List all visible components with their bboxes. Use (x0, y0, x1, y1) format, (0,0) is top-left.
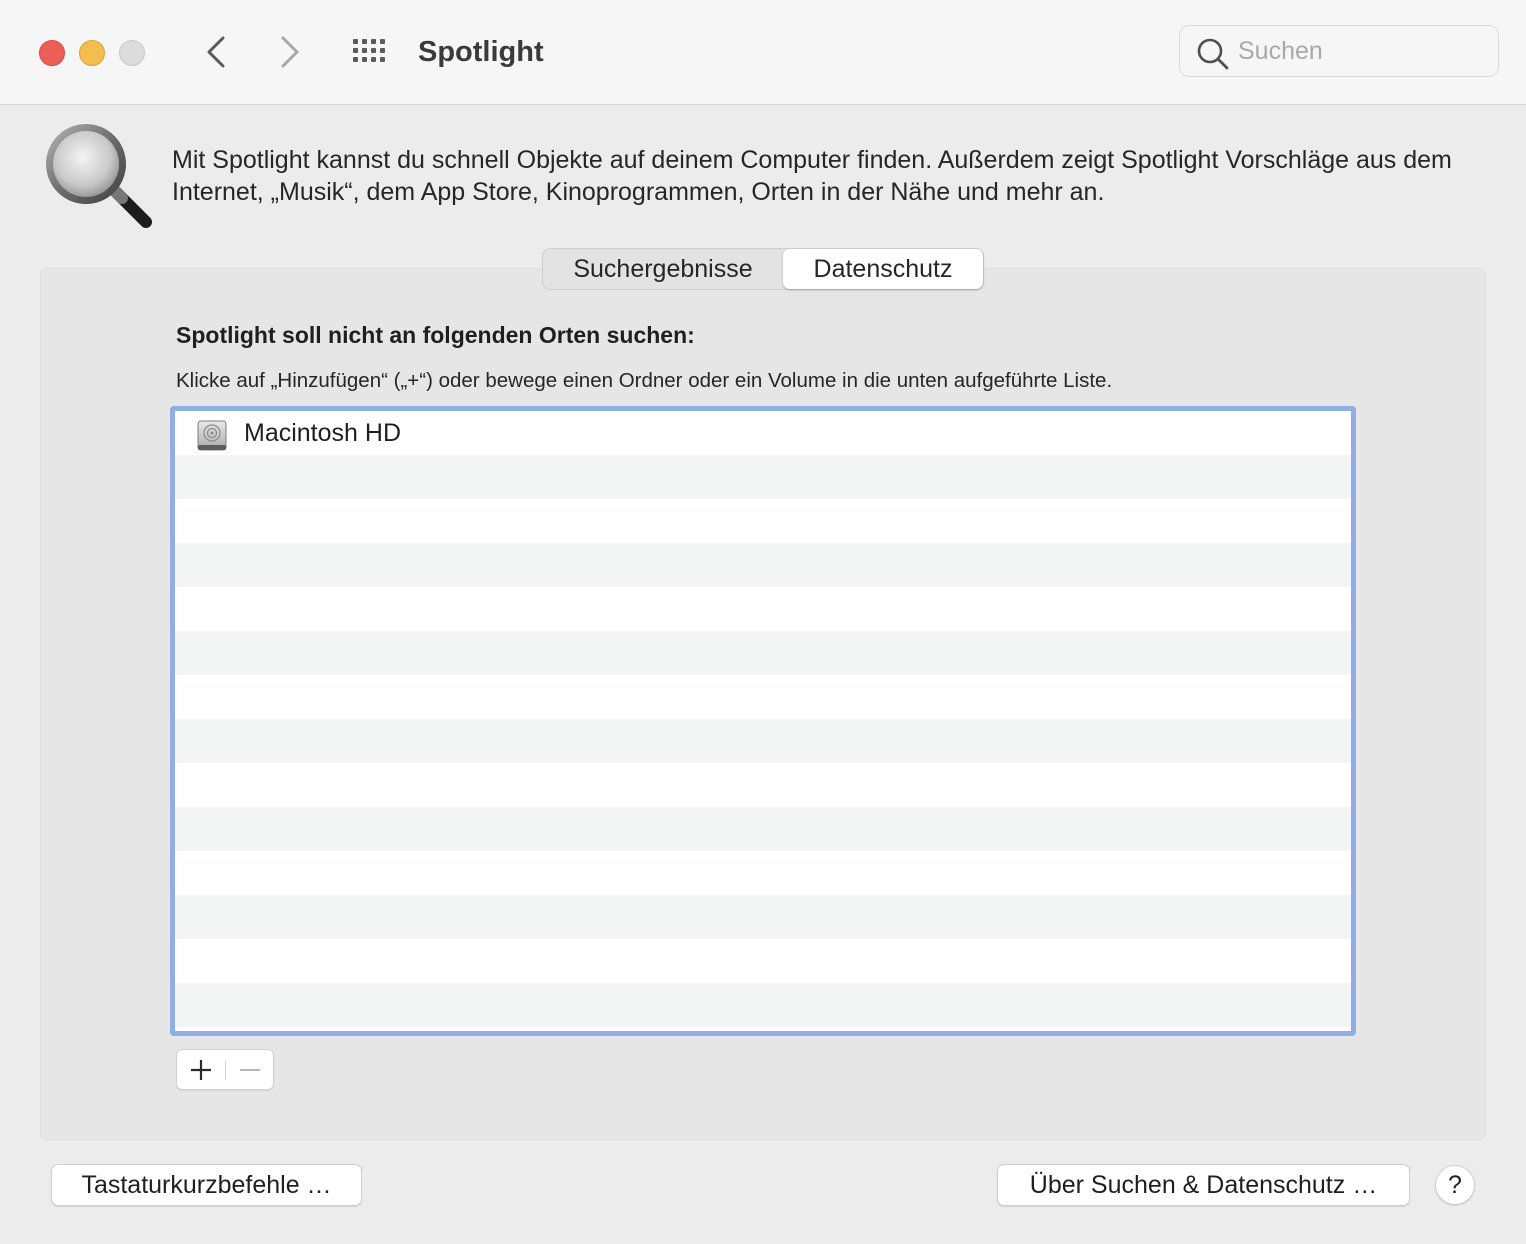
minus-icon (240, 1068, 260, 1071)
help-button[interactable]: ? (1435, 1165, 1475, 1205)
chevron-left-icon (207, 36, 225, 68)
spotlight-magnifier-icon (46, 124, 152, 228)
list-empty-row (175, 631, 1351, 675)
list-empty-row (175, 851, 1351, 895)
grid-icon (350, 33, 392, 71)
list-empty-row (175, 1027, 1351, 1031)
chevron-right-icon (281, 36, 299, 68)
list-empty-row (175, 675, 1351, 719)
show-all-grid-button[interactable] (350, 33, 392, 71)
search-input[interactable] (1238, 34, 1478, 68)
toolbar: Spotlight (0, 0, 1526, 105)
close-window-button[interactable] (39, 40, 65, 66)
list-empty-row (175, 763, 1351, 807)
list-empty-row (175, 807, 1351, 851)
hard-disk-icon (197, 420, 227, 451)
add-remove-control (176, 1049, 274, 1090)
tab-control: Suchergebnisse Datenschutz (542, 248, 984, 290)
plus-icon (191, 1059, 211, 1080)
list-empty-row (175, 499, 1351, 543)
system-preferences-window: Spotlight Mit Spotligh (0, 0, 1526, 1244)
list-empty-row (175, 543, 1351, 587)
search-field[interactable] (1179, 25, 1499, 77)
forward-button[interactable] (270, 30, 310, 74)
add-location-button[interactable] (177, 1050, 225, 1089)
excluded-locations-list[interactable]: Macintosh HD (170, 406, 1356, 1036)
list-empty-row (175, 983, 1351, 1027)
remove-location-button (226, 1050, 274, 1089)
back-button[interactable] (196, 30, 236, 74)
list-empty-row (175, 719, 1351, 763)
list-empty-row (175, 455, 1351, 499)
window-title: Spotlight (418, 36, 544, 68)
tab-search-results[interactable]: Suchergebnisse (543, 249, 783, 289)
search-icon (1197, 38, 1229, 70)
zoom-window-button (119, 40, 145, 66)
list-empty-row (175, 895, 1351, 939)
list-empty-row (175, 939, 1351, 983)
minimize-window-button[interactable] (79, 40, 105, 66)
list-item-label: Macintosh HD (244, 419, 401, 447)
list-empty-row (175, 587, 1351, 631)
list-item[interactable]: Macintosh HD (175, 411, 1351, 455)
privacy-section-title: Spotlight soll nicht an folgenden Orten … (176, 322, 695, 348)
keyboard-shortcuts-button[interactable]: Tastaturkurzbefehle … (51, 1164, 362, 1206)
about-search-privacy-button[interactable]: Über Suchen & Datenschutz … (997, 1164, 1410, 1206)
privacy-section-hint: Klicke auf „Hinzufügen“ („+“) oder beweg… (176, 369, 1113, 392)
tab-privacy[interactable]: Datenschutz (783, 249, 983, 289)
spotlight-description: Mit Spotlight kannst du schnell Objekte … (172, 146, 1452, 206)
